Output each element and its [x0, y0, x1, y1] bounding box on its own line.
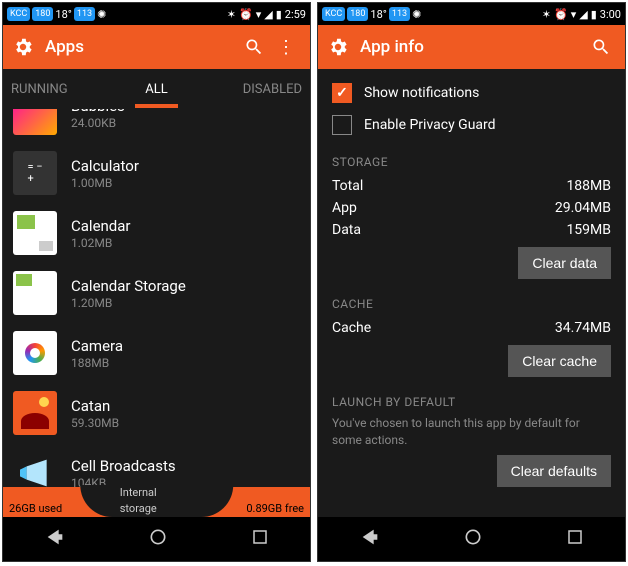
back-button[interactable] [359, 526, 381, 553]
app-size: 24.00KB [71, 116, 125, 130]
app-info-content[interactable]: ✓ Show notifications Enable Privacy Guar… [318, 69, 625, 517]
storage-used: 26GB used [9, 502, 62, 515]
search-icon[interactable] [238, 37, 270, 57]
checkbox-label: Enable Privacy Guard [364, 117, 496, 133]
kv-data: Data159MB [332, 219, 611, 241]
status-badge: 113 [389, 7, 410, 21]
nav-bar [3, 517, 310, 561]
clear-data-button[interactable]: Clear data [518, 247, 611, 279]
app-name: Calendar Storage [71, 277, 186, 295]
section-launch: LAUNCH BY DEFAULT [332, 395, 611, 409]
settings-icon[interactable] [11, 35, 35, 59]
status-time: 2:59 [285, 8, 306, 21]
status-temp: 18° [55, 8, 71, 21]
app-icon [13, 151, 57, 195]
status-badge: 180 [32, 7, 53, 21]
list-item[interactable]: Calculator1.00MB [3, 143, 310, 203]
vibrate-icon: ✶ [227, 8, 236, 21]
gear-icon: ✺ [412, 8, 421, 21]
launch-description: You've chosen to launch this app by defa… [332, 415, 611, 449]
wifi-icon: ▾ [571, 8, 577, 21]
status-badge: 180 [347, 7, 368, 21]
gear-icon: ✺ [97, 8, 106, 21]
app-name: Camera [71, 337, 123, 355]
checkbox-label: Show notifications [364, 85, 479, 101]
recent-button[interactable] [566, 528, 584, 551]
list-item[interactable]: Catan59.30MB [3, 383, 310, 443]
kv-total: Total188MB [332, 175, 611, 197]
app-bar: App info [318, 25, 625, 69]
app-size: 59.30MB [71, 416, 119, 430]
battery-icon: ▮ [591, 8, 597, 21]
tab-running[interactable]: RUNNING [3, 72, 108, 107]
app-size: 188MB [71, 356, 123, 370]
status-bar: KCC 180 18° 113 ✺ ✶ ⏰ ▾ ◢ ▮ 3:00 [318, 3, 625, 25]
status-time: 3:00 [600, 8, 621, 21]
kv-cache: Cache34.74MB [332, 317, 611, 339]
home-button[interactable] [463, 527, 483, 552]
status-badge: KCC [322, 7, 345, 21]
recent-button[interactable] [251, 528, 269, 551]
app-size: 1.02MB [71, 236, 131, 250]
app-size: 1.00MB [71, 176, 139, 190]
status-badge: 113 [74, 7, 95, 21]
vibrate-icon: ✶ [542, 8, 551, 21]
section-storage: STORAGE [332, 155, 611, 169]
alarm-icon: ⏰ [239, 8, 253, 21]
app-name: Cell Broadcasts [71, 457, 176, 475]
show-notifications-checkbox[interactable]: ✓ Show notifications [332, 77, 611, 109]
app-size: 1.20MB [71, 296, 186, 310]
app-icon [13, 109, 57, 135]
status-bar: KCC 180 18° 113 ✺ ✶ ⏰ ▾ ◢ ▮ 2:59 [3, 3, 310, 25]
app-icon [13, 391, 57, 435]
list-item[interactable]: Calendar Storage1.20MB [3, 263, 310, 323]
list-item[interactable]: Bubbles24.00KB [3, 109, 310, 143]
app-name: Catan [71, 397, 119, 415]
signal-icon: ◢ [579, 8, 587, 21]
page-title: App info [360, 37, 585, 57]
checkbox-icon [332, 115, 352, 135]
app-icon [13, 211, 57, 255]
storage-bar: Internal storage 26GB used 0.89GB free [3, 487, 310, 517]
clear-cache-button[interactable]: Clear cache [508, 345, 611, 377]
app-name: Calendar [71, 217, 131, 235]
search-icon[interactable] [585, 37, 617, 57]
list-item[interactable]: Calendar1.02MB [3, 203, 310, 263]
alarm-icon: ⏰ [554, 8, 568, 21]
status-badge: KCC [7, 7, 30, 21]
app-bar: Apps ⋮ [3, 25, 310, 69]
home-button[interactable] [148, 527, 168, 552]
storage-free: 0.89GB free [246, 502, 304, 515]
tabs: RUNNING ALL DISABLED [3, 69, 310, 109]
section-cache: CACHE [332, 297, 611, 311]
clear-defaults-button[interactable]: Clear defaults [497, 455, 611, 487]
storage-label: Internal storage [80, 485, 234, 517]
page-title: Apps [45, 37, 238, 57]
phone-appinfo: KCC 180 18° 113 ✺ ✶ ⏰ ▾ ◢ ▮ 3:00 App inf… [317, 2, 626, 562]
checkbox-icon: ✓ [332, 83, 352, 103]
app-icon [13, 271, 57, 315]
app-icon [13, 331, 57, 375]
app-name: Bubbles [71, 109, 125, 115]
signal-icon: ◢ [264, 8, 272, 21]
battery-icon: ▮ [276, 8, 282, 21]
list-item[interactable]: Cell Broadcasts104KB [3, 443, 310, 487]
settings-icon[interactable] [326, 35, 350, 59]
app-icon [13, 451, 57, 487]
app-list[interactable]: Bubbles24.00KB Calculator1.00MB Calendar… [3, 109, 310, 487]
tab-disabled[interactable]: DISABLED [205, 72, 310, 107]
app-name: Calculator [71, 157, 139, 175]
list-item[interactable]: Camera188MB [3, 323, 310, 383]
wifi-icon: ▾ [256, 8, 262, 21]
tab-all[interactable]: ALL [108, 72, 205, 107]
overflow-icon[interactable]: ⋮ [270, 37, 302, 58]
status-temp: 18° [370, 8, 386, 21]
privacy-guard-checkbox[interactable]: Enable Privacy Guard [332, 109, 611, 141]
kv-app: App29.04MB [332, 197, 611, 219]
nav-bar [318, 517, 625, 561]
phone-apps: KCC 180 18° 113 ✺ ✶ ⏰ ▾ ◢ ▮ 2:59 Apps ⋮ … [2, 2, 311, 562]
back-button[interactable] [44, 526, 66, 553]
